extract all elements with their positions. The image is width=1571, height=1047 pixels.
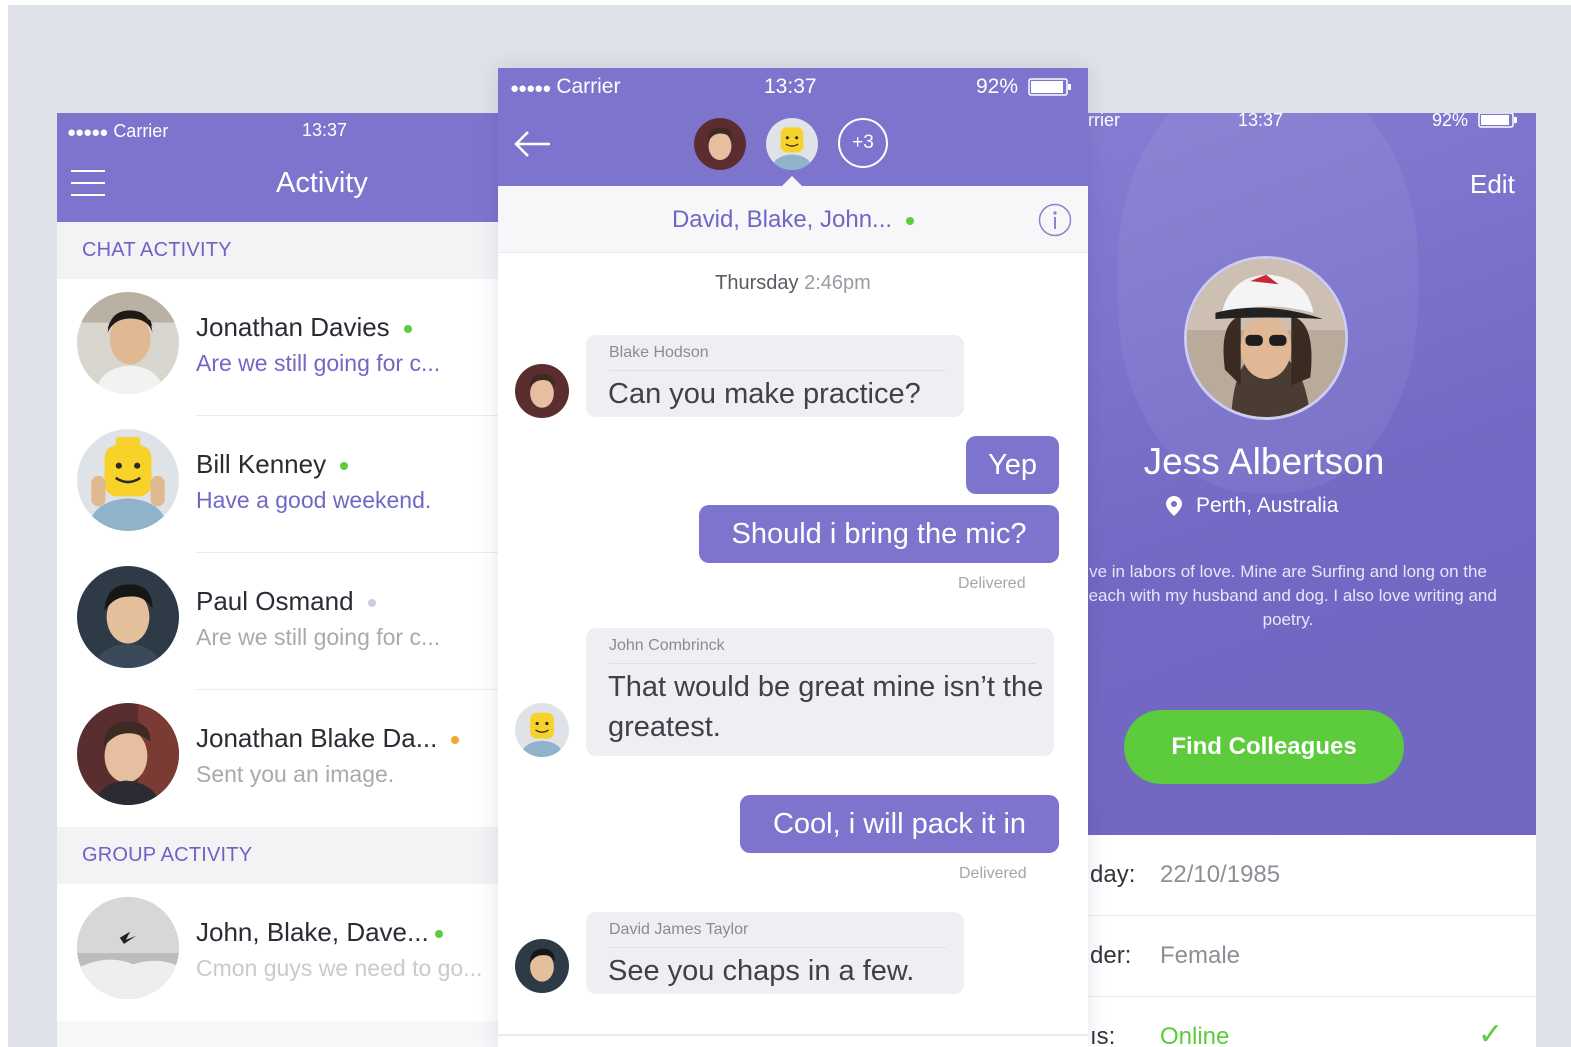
- group-preview: Cmon guys we need to go...: [196, 955, 483, 981]
- outgoing-message: Should i bring the mic?: [699, 505, 1059, 563]
- detail-row-status[interactable]: ıs: Online ✓: [1088, 997, 1536, 1047]
- location-pin-icon: [1166, 496, 1182, 516]
- online-indicator: [906, 216, 915, 225]
- chat-name: Jonathan Blake Da...: [196, 723, 460, 754]
- chat-item[interactable]: Paul Osmand Are we still going for c...: [57, 553, 498, 690]
- signal-icon: ●●●●●: [67, 123, 108, 141]
- battery-icon: [1028, 78, 1072, 96]
- avatar: [77, 429, 179, 531]
- page-title: Activity: [276, 167, 368, 199]
- delivered-status: Delivered: [959, 865, 1027, 882]
- incoming-message: David James Taylor See you chaps in a fe…: [586, 912, 964, 994]
- chat-header: ●●●●● Carrier 13:37 92% +3: [498, 68, 1088, 186]
- status-bar: ●●●●● Carrier 13:37 92%: [510, 75, 1076, 99]
- participants-bar: David, Blake, John...: [498, 186, 1088, 253]
- carrier-label: Carrier: [556, 75, 621, 98]
- carrier-label: Carrier: [113, 120, 169, 141]
- online-indicator: [403, 325, 412, 334]
- profile-screen: rrier 13:37 92% Edit Jess Albertson Pert…: [1088, 113, 1536, 1047]
- profile-avatar: [1184, 256, 1348, 420]
- detail-row-birthday: day: 22/10/1985: [1088, 835, 1536, 916]
- edit-button[interactable]: Edit: [1470, 169, 1515, 200]
- offline-indicator: [367, 599, 376, 608]
- sender-avatar: [515, 939, 569, 993]
- status-time: 13:37: [764, 75, 817, 98]
- participant-avatar[interactable]: [694, 118, 746, 170]
- incoming-message: John Combrinck That would be great mine …: [586, 628, 1054, 756]
- profile-bio: ve in labors of love. Mine are Surfing a…: [1088, 562, 1497, 629]
- more-participants-button[interactable]: +3: [838, 118, 888, 168]
- chat-preview: Are we still going for c...: [196, 624, 441, 650]
- online-indicator: [434, 930, 443, 939]
- incoming-message: Blake Hodson Can you make practice?: [586, 335, 964, 417]
- avatar: [77, 292, 179, 394]
- participants-label: David, Blake, John...: [498, 206, 1088, 234]
- status-time: 13:37: [302, 120, 348, 140]
- chat-preview: Have a good weekend.: [196, 487, 432, 513]
- status-time: 13:37: [1238, 113, 1284, 130]
- participant-avatar[interactable]: [766, 118, 818, 170]
- sender-avatar: [515, 364, 569, 418]
- status-bar: ●●●●● Carrier 13:37: [57, 113, 498, 149]
- chat-name: Bill Kenney: [196, 449, 349, 480]
- chat-preview: Are we still going for c...: [196, 350, 441, 376]
- profile-hero: rrier 13:37 92% Edit Jess Albertson Pert…: [1088, 113, 1536, 835]
- info-icon[interactable]: [1038, 203, 1072, 237]
- section-header-chat: CHAT ACTIVITY: [57, 222, 498, 279]
- outgoing-message: Cool, i will pack it in: [740, 795, 1059, 853]
- menu-icon[interactable]: [71, 170, 105, 196]
- avatar: [77, 566, 179, 668]
- battery-level: 92%: [1432, 113, 1469, 130]
- online-indicator: [340, 462, 349, 471]
- composer-divider: [498, 1034, 1088, 1036]
- battery-level: 92%: [976, 75, 1019, 98]
- activity-screen: ●●●●● Carrier 13:37 Activity CHAT ACTIVIT…: [57, 113, 498, 1047]
- day-timestamp: Thursday 2:46pm: [715, 272, 871, 294]
- check-icon: ✓: [1478, 1018, 1504, 1047]
- avatar: [77, 897, 179, 999]
- away-indicator: [451, 736, 460, 745]
- chat-name: Jonathan Davies: [196, 312, 412, 343]
- chat-screen: ●●●●● Carrier 13:37 92% +3 David, Blake, …: [498, 68, 1088, 1047]
- chat-name: Paul Osmand: [196, 586, 376, 617]
- chat-item[interactable]: Bill Kenney Have a good weekend.: [57, 416, 498, 553]
- signal-icon: ●●●●●: [510, 80, 551, 97]
- carrier-label: rrier: [1088, 113, 1120, 130]
- back-arrow-icon[interactable]: [512, 128, 552, 160]
- battery-icon: [1478, 113, 1518, 128]
- profile-name: Jess Albertson: [1143, 441, 1385, 482]
- detail-row-gender: der: Female: [1088, 916, 1536, 997]
- outgoing-message: Yep: [966, 436, 1059, 494]
- group-item[interactable]: John, Blake, Dave... Cmon guys we need t…: [57, 884, 498, 1021]
- delivered-status: Delivered: [958, 575, 1026, 592]
- chat-preview: Sent you an image.: [196, 761, 395, 787]
- chat-item[interactable]: Jonathan Blake Da... Sent you an image.: [57, 690, 498, 827]
- find-colleagues-button[interactable]: Find Colleagues: [1124, 710, 1404, 784]
- profile-location: Perth, Australia: [1166, 494, 1338, 518]
- group-name: John, Blake, Dave...: [196, 917, 443, 948]
- chat-item[interactable]: Jonathan Davies Are we still going for c…: [57, 279, 498, 416]
- section-header-group: GROUP ACTIVITY: [57, 827, 498, 884]
- activity-header: ●●●●● Carrier 13:37 Activity: [57, 113, 498, 222]
- avatar: [77, 703, 179, 805]
- sender-avatar: [515, 703, 569, 757]
